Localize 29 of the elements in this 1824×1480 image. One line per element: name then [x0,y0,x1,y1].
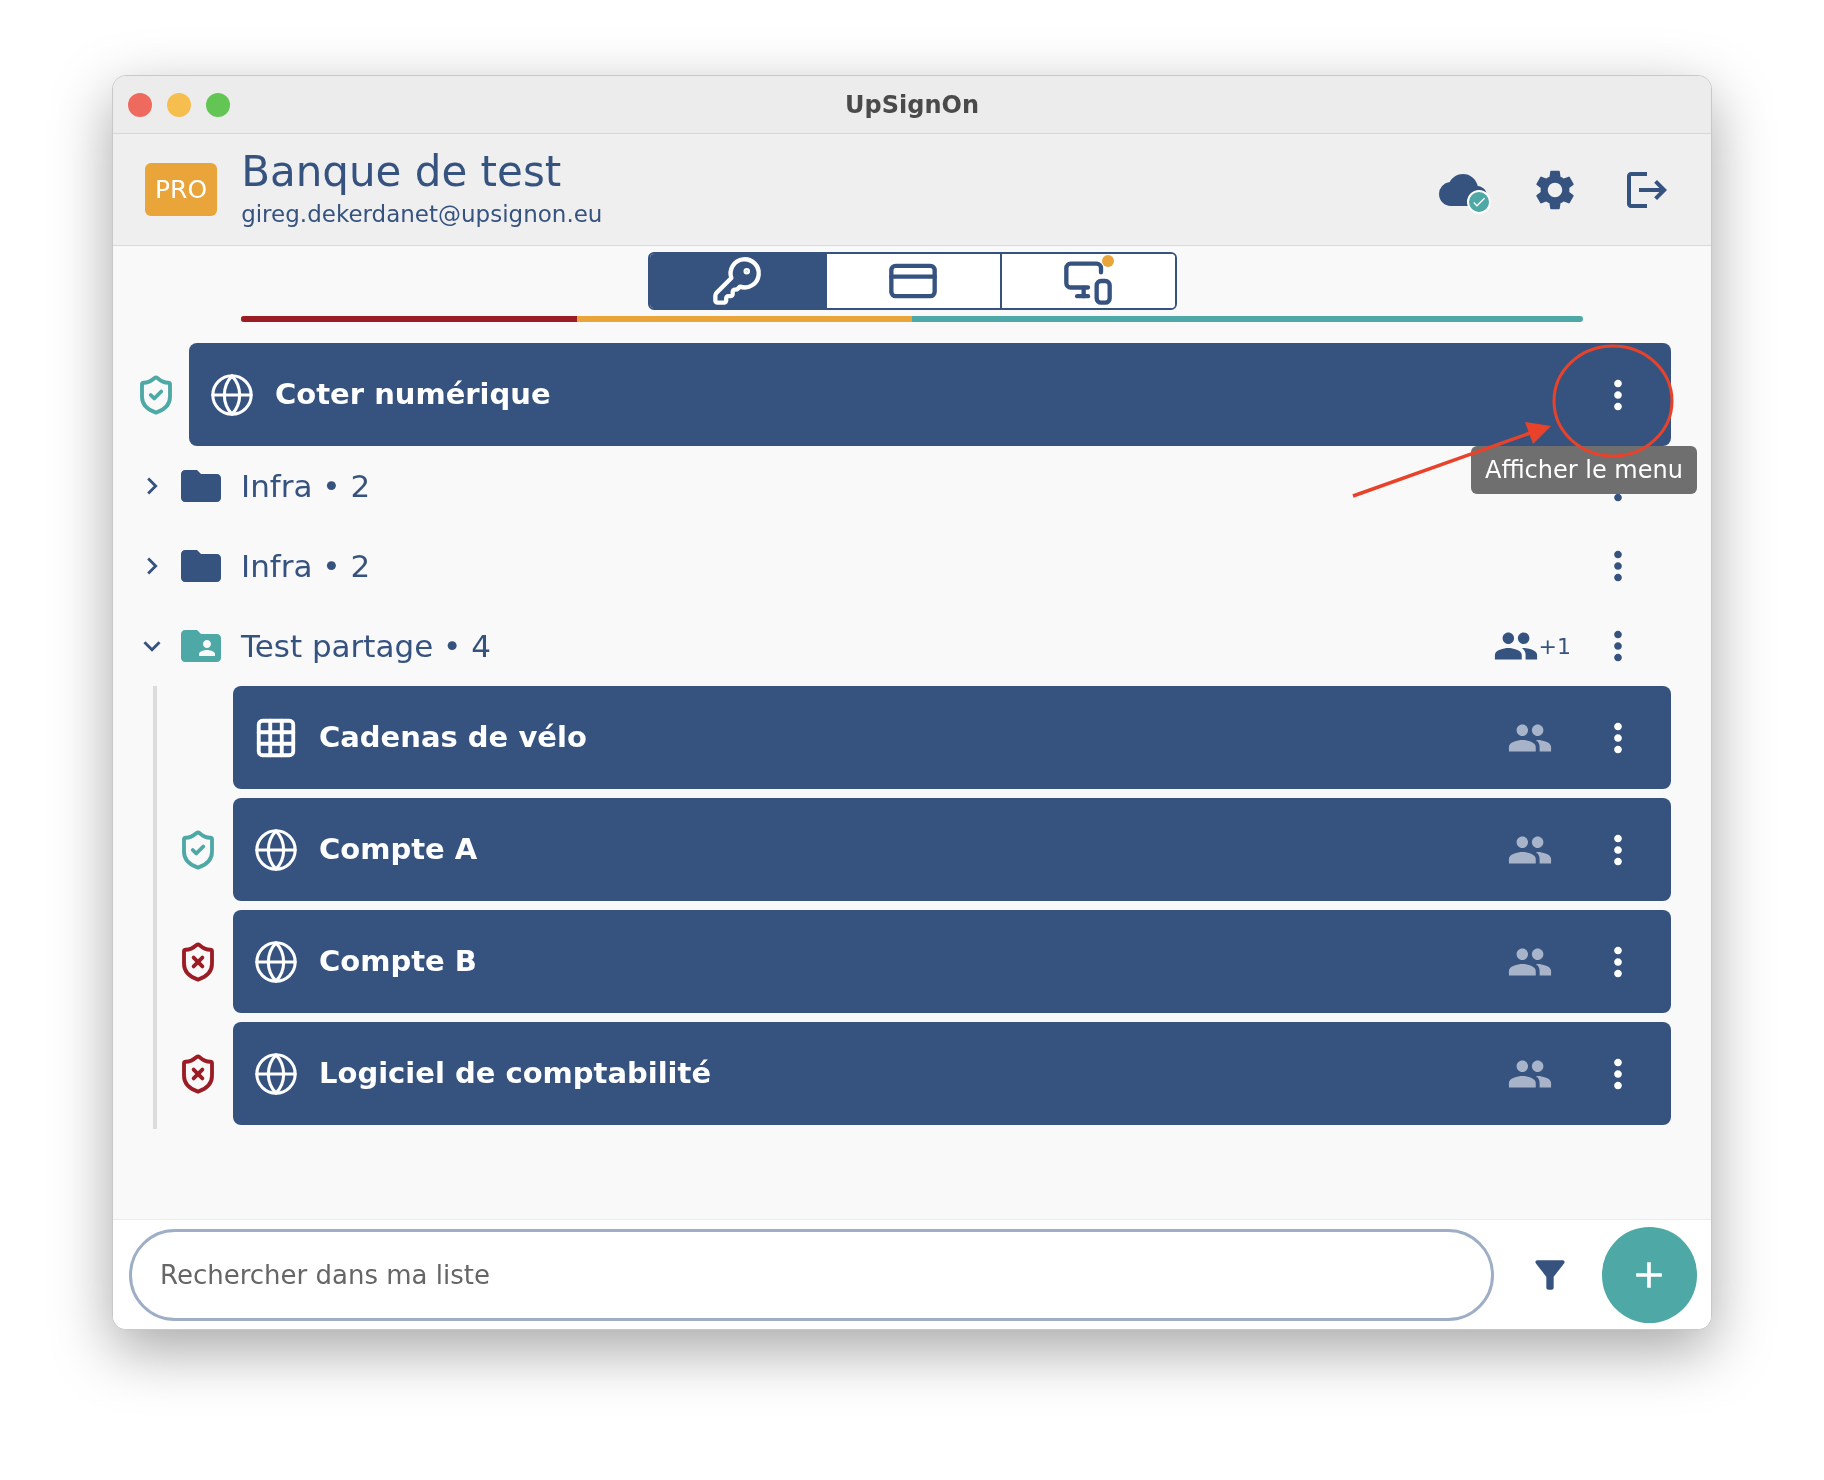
entry-row[interactable]: Coter numérique [189,343,1671,446]
pro-badge: PRO [145,162,218,217]
devices-icon [1062,255,1114,307]
vault-title: Banque de test [241,147,563,198]
entry-name: Compte B [319,942,478,980]
entry-row[interactable]: Compte A [233,798,1671,901]
share-count: +1 [1538,632,1571,661]
entry-row[interactable]: Compte B [233,910,1671,1013]
tab[interactable] [999,254,1175,308]
entry-name: Cadenas de vélo [319,718,588,756]
folder-name[interactable]: Test partage • 4 [241,622,1493,670]
globe-icon [253,938,299,985]
globe-icon [253,1050,299,1097]
folder-name[interactable]: Infra • 2 [241,542,1595,590]
search-field[interactable]: Rechercher dans ma liste [129,1228,1494,1321]
entry-row[interactable]: Cadenas de vélo [233,686,1671,789]
account-email: gireg.dekerdanet@upsignon.eu [241,200,604,230]
tab[interactable] [649,254,825,308]
tab[interactable] [824,254,1000,308]
entry-row[interactable]: Logiciel de comptabilité [233,1022,1671,1125]
entry-name: Compte A [319,830,479,868]
keys-icon [711,255,763,307]
close-window-button[interactable] [128,93,152,117]
entry-name: Logiciel de comptabilité [319,1054,713,1092]
tooltip: Afficher le menu [1471,446,1697,494]
entry-name: Coter numérique [275,375,552,413]
globe-icon [253,826,299,873]
globe-icon [209,371,255,418]
window-title: UpSignOn [845,89,979,121]
